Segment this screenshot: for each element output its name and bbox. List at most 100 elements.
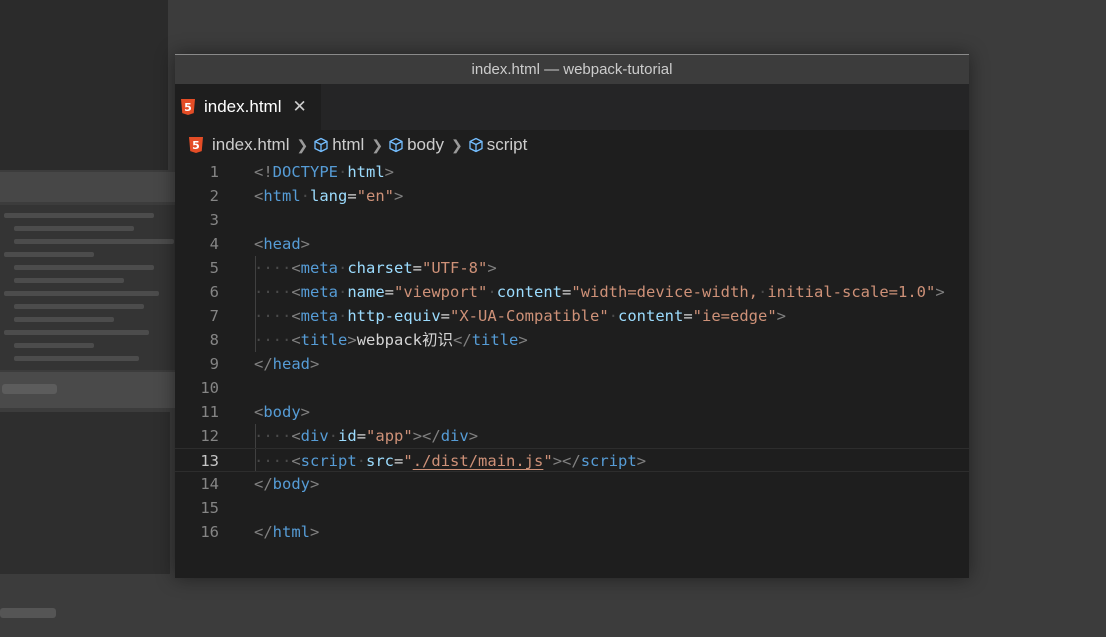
code-token: "en": [356, 187, 395, 205]
code-token: "app": [366, 427, 413, 445]
code-token: ····: [254, 427, 292, 445]
code-content: ····<title>webpack初识</title>: [254, 328, 528, 352]
code-line[interactable]: 5 ····<meta·charset="UTF-8">: [175, 256, 969, 280]
line-number: 1: [209, 163, 219, 181]
code-token: </: [254, 355, 273, 373]
line-number: 5: [209, 259, 219, 277]
code-line[interactable]: 12 ····<div·id="app"></div>: [175, 424, 969, 448]
code-token: html: [263, 187, 301, 205]
code-token: initial-scale=1.0": [767, 283, 936, 301]
code-token: >: [310, 523, 320, 541]
line-number: 13: [200, 452, 219, 470]
line-number: 7: [209, 307, 219, 325]
code-content: <body>: [254, 400, 310, 424]
line-number: 8: [209, 331, 219, 349]
background-blurred-text: [14, 265, 154, 270]
code-line[interactable]: 3: [175, 208, 969, 232]
background-window: [0, 412, 170, 574]
code-line[interactable]: 4 <head>: [175, 232, 969, 256]
code-token: title: [471, 331, 519, 349]
breadcrumb-label: index.html: [212, 135, 290, 154]
code-token: content: [496, 283, 563, 301]
background-code-block: [0, 205, 176, 370]
line-number: 3: [209, 211, 219, 229]
code-token: >: [310, 355, 320, 373]
code-token: ></: [412, 427, 441, 445]
code-line[interactable]: 7 ····<meta·http-equiv="X-UA-Compatible"·…: [175, 304, 969, 328]
breadcrumb-item-file[interactable]: 5 index.html: [189, 135, 289, 155]
chevron-right-icon: ❯: [450, 136, 463, 153]
code-line[interactable]: 1 <!DOCTYPE·html>: [175, 160, 969, 184]
chevron-right-icon: ❯: [296, 136, 309, 153]
breadcrumb-item-html[interactable]: html: [313, 135, 364, 155]
code-line[interactable]: 8 ····<title>webpack初识</title>: [175, 328, 969, 352]
code-line[interactable]: 10: [175, 376, 969, 400]
editor-window: index.html — webpack-tutorial 5 index.ht…: [175, 54, 969, 578]
code-line[interactable]: 14 </body>: [175, 472, 969, 496]
code-token: body: [263, 403, 301, 421]
code-line[interactable]: 13 ····<script·src="./dist/main.js"></scr…: [175, 448, 969, 472]
code-token: div: [440, 427, 469, 445]
background-blurred-text: [14, 226, 134, 231]
code-line[interactable]: 2 <html·lang="en">: [175, 184, 969, 208]
code-token: webpack初识: [356, 331, 454, 349]
code-token: =: [347, 187, 357, 205]
code-token: "viewport": [394, 283, 488, 301]
background-blurred-text: [14, 304, 144, 309]
line-number: 9: [209, 355, 219, 373]
code-token: ·: [338, 259, 348, 277]
code-token: "width=device-width,: [571, 283, 758, 301]
code-token[interactable]: ./dist/main.js: [413, 452, 544, 470]
code-token: <: [291, 307, 301, 325]
code-token: http-equiv: [347, 307, 441, 325]
code-token: src: [366, 452, 395, 470]
code-token: <: [291, 331, 301, 349]
code-token: ·: [487, 283, 497, 301]
background-blurred-text: [14, 317, 114, 322]
code-content: <head>: [254, 232, 310, 256]
code-token: >: [347, 331, 357, 349]
code-token: script: [580, 452, 637, 470]
code-token: ": [403, 452, 413, 470]
code-token: body: [272, 475, 310, 493]
line-number: 11: [200, 403, 219, 421]
code-token: ": [543, 452, 553, 470]
breadcrumb-label: body: [407, 135, 444, 154]
line-number: 14: [200, 475, 219, 493]
code-editor[interactable]: 1 <!DOCTYPE·html> 2 <html·lang="en"> 3 4 <head…: [175, 160, 969, 544]
chevron-right-icon: ❯: [371, 136, 384, 153]
code-token: html: [347, 163, 385, 181]
background-blurred-text: [4, 252, 94, 257]
code-token: </: [254, 523, 273, 541]
code-token: <: [291, 452, 301, 470]
code-token: ····: [254, 331, 292, 349]
close-icon[interactable]: ✕: [292, 97, 306, 117]
code-line[interactable]: 6 ····<meta·name="viewport"·content="widt…: [175, 280, 969, 304]
code-token: ·: [338, 163, 348, 181]
code-line[interactable]: 11 <body>: [175, 400, 969, 424]
code-token: =: [384, 283, 395, 301]
code-token: id: [338, 427, 357, 445]
code-token: >: [300, 235, 311, 253]
code-line[interactable]: 16 </html>: [175, 520, 969, 544]
code-token: head: [272, 355, 310, 373]
code-token: ····: [254, 283, 292, 301]
code-content: ····<meta·charset="UTF-8">: [254, 256, 497, 280]
code-token: ····: [254, 259, 292, 277]
breadcrumb-item-script[interactable]: script: [468, 135, 527, 155]
code-line[interactable]: 9 </head>: [175, 352, 969, 376]
code-token: <: [254, 403, 264, 421]
code-token: content: [618, 307, 684, 325]
code-token: =: [412, 259, 423, 277]
code-token: lang: [310, 187, 348, 205]
breadcrumb-item-body[interactable]: body: [388, 135, 444, 155]
code-line[interactable]: 15: [175, 496, 969, 520]
code-token: >: [394, 187, 404, 205]
code-token: <: [291, 427, 301, 445]
code-token: title: [300, 331, 348, 349]
code-token: ·: [338, 283, 348, 301]
code-token: >: [468, 427, 479, 445]
tab-index-html[interactable]: 5 index.html ✕: [175, 84, 321, 130]
code-token: ·: [356, 452, 367, 470]
code-content: ····<meta·http-equiv="X-UA-Compatible"·c…: [254, 304, 786, 328]
